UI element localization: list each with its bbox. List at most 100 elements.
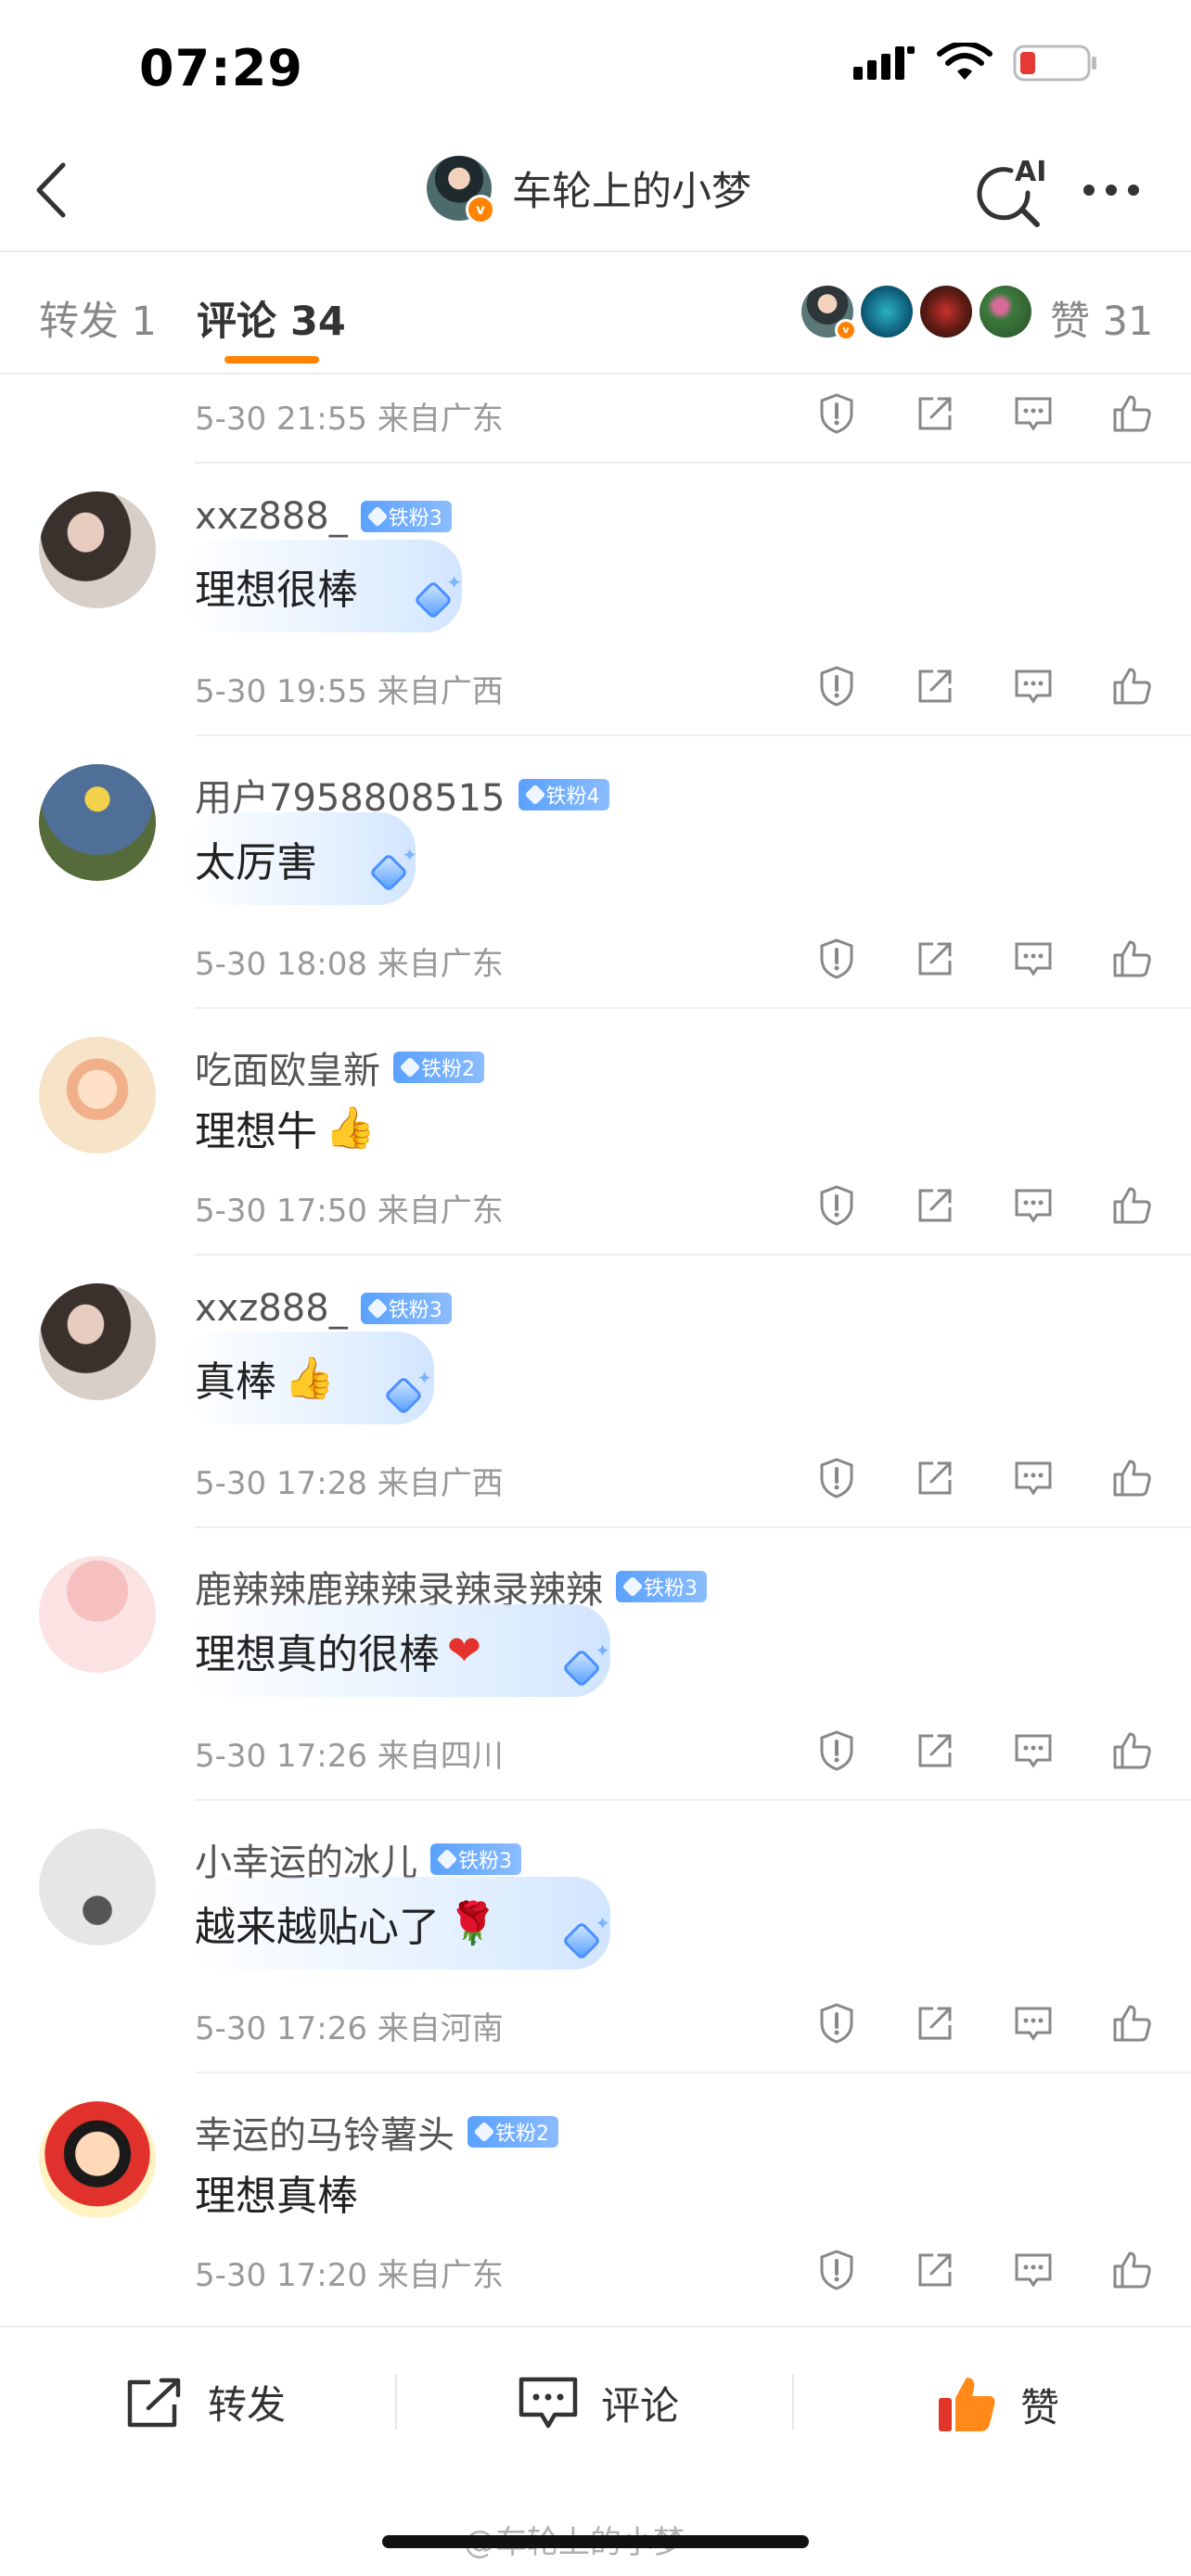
comment-icon — [519, 2377, 578, 2429]
reply-icon[interactable] — [1011, 2248, 1056, 2292]
comment-body: 理想真棒 — [195, 2162, 358, 2222]
battery-icon — [1013, 45, 1096, 82]
comment-meta: 5-30 18:08 来自广东 — [195, 946, 504, 983]
avatar[interactable] — [39, 1283, 156, 1400]
back-arrow-icon[interactable] — [28, 158, 74, 223]
avatar: v — [801, 286, 857, 341]
comment-body: 真棒 👍 ✦ — [184, 1332, 434, 1424]
gem-icon: ✦ — [368, 844, 417, 893]
share-icon[interactable] — [913, 1456, 957, 1500]
username[interactable]: 幸运的马铃薯头 — [195, 2105, 455, 2159]
like-icon[interactable] — [1109, 2248, 1154, 2292]
list-item: 5-30 21:55 来自广东 — [0, 373, 1191, 462]
tab-reposts[interactable]: 转发 1 — [39, 289, 157, 347]
avatar[interactable] — [39, 1556, 156, 1673]
list-item[interactable]: 鹿辣辣鹿辣辣录辣录辣辣 铁粉3 理想真的很棒 ❤ ✦ 5-30 17:26 来自… — [0, 1528, 1191, 1801]
reply-icon[interactable] — [1011, 1456, 1056, 1500]
ai-search-button[interactable]: AI — [974, 156, 1048, 232]
comment-body: 理想很棒 ✦ — [184, 540, 462, 632]
more-options-icon[interactable] — [1083, 167, 1139, 213]
reply-icon[interactable] — [1011, 2001, 1056, 2046]
report-icon[interactable] — [814, 937, 859, 981]
list-item[interactable]: 小幸运的冰儿 铁粉3 越来越贴心了 🌹 ✦ 5-30 17:26 来自河南 — [0, 1801, 1191, 2073]
header-divider — [0, 250, 1191, 252]
comment-author[interactable]: 幸运的马铃薯头 铁粉2 — [195, 2105, 558, 2159]
report-icon[interactable] — [814, 1456, 859, 1500]
avatar[interactable] — [39, 491, 156, 608]
report-icon[interactable] — [814, 1183, 859, 1228]
comment-button[interactable]: 评论 — [516, 2374, 679, 2431]
ai-label: AI — [1015, 156, 1047, 188]
list-item[interactable]: 吃面欧皇新 铁粉2 理想牛 👍 5-30 17:50 来自广东 — [0, 1009, 1191, 1256]
share-icon[interactable] — [913, 391, 957, 436]
avatar[interactable] — [39, 764, 156, 881]
share-icon[interactable] — [913, 1183, 957, 1228]
comment-actions — [814, 1183, 1154, 1228]
username[interactable]: xxz888_ — [195, 495, 348, 538]
thumbs-up-emoji-icon: 👍 — [284, 1355, 335, 1402]
comment-actions — [814, 2001, 1154, 2046]
avatar[interactable] — [39, 2101, 156, 2218]
avatar[interactable] — [39, 1037, 156, 1154]
comment-actions — [814, 2248, 1154, 2292]
share-icon[interactable] — [913, 2248, 957, 2292]
gem-icon: ✦ — [561, 1912, 610, 1961]
share-icon[interactable] — [913, 2001, 957, 2046]
like-icon[interactable] — [1109, 391, 1154, 436]
rose-emoji-icon: 🌹 — [447, 1900, 498, 1947]
report-icon[interactable] — [814, 2001, 859, 2046]
tab-comments[interactable]: 评论 34 — [197, 289, 346, 347]
share-icon[interactable] — [913, 664, 957, 708]
comment-meta: 5-30 17:28 来自广西 — [195, 1465, 504, 1502]
share-icon[interactable] — [913, 1728, 957, 1773]
comment-meta: 5-30 17:26 来自河南 — [195, 2010, 504, 2047]
diamond-icon — [524, 784, 545, 806]
fan-badge: 铁粉2 — [467, 2116, 558, 2148]
page-title: 车轮上的小梦 — [512, 169, 751, 215]
like-icon[interactable] — [1109, 1456, 1154, 1500]
liker-avatars[interactable]: v — [801, 286, 1031, 341]
likes-count[interactable]: 赞 31 — [1050, 289, 1153, 347]
avatar: v — [427, 156, 495, 224]
like-icon[interactable] — [1109, 937, 1154, 981]
list-item[interactable]: 用户7958808515 铁粉4 太厉害 ✦ 5-30 18:08 来自广东 — [0, 736, 1191, 1009]
reply-icon[interactable] — [1011, 1728, 1056, 1773]
comment-text: 理想牛 — [195, 1108, 317, 1155]
username[interactable]: 吃面欧皇新 — [195, 1040, 380, 1094]
fan-badge: 铁粉3 — [360, 1293, 452, 1324]
reply-icon[interactable] — [1011, 937, 1056, 981]
username[interactable]: xxz888_ — [195, 1287, 348, 1330]
like-icon[interactable] — [1109, 2001, 1154, 2046]
share-icon[interactable] — [913, 937, 957, 981]
like-button[interactable]: 赞 — [935, 2374, 1059, 2435]
reply-icon[interactable] — [1011, 1183, 1056, 1228]
comment-actions — [814, 1456, 1154, 1500]
comment-body: 理想牛 👍 — [195, 1098, 376, 1157]
comment-author[interactable]: 吃面欧皇新 铁粉2 — [195, 1040, 484, 1094]
repost-button[interactable]: 转发 — [122, 2374, 286, 2430]
comment-author[interactable]: xxz888_ 铁粉3 — [195, 495, 452, 538]
repost-icon — [127, 2378, 181, 2427]
like-icon[interactable] — [1109, 664, 1154, 708]
repost-label: 转发 — [208, 2382, 287, 2428]
avatar[interactable] — [39, 1829, 156, 1945]
home-indicator[interactable] — [382, 2535, 809, 2548]
diamond-icon — [366, 505, 389, 528]
diamond-icon — [366, 1297, 389, 1320]
report-icon[interactable] — [814, 664, 859, 708]
report-icon[interactable] — [814, 391, 859, 436]
like-label: 赞 — [1020, 2384, 1060, 2430]
reply-icon[interactable] — [1011, 664, 1056, 708]
list-item[interactable]: 幸运的马铃薯头 铁粉2 理想真棒 5-30 17:20 来自广东 — [0, 2073, 1191, 2320]
like-icon[interactable] — [1109, 1728, 1154, 1773]
like-icon[interactable] — [1109, 1183, 1154, 1228]
comment-body: 越来越贴心了 🌹 ✦ — [184, 1877, 610, 1970]
comment-author[interactable]: xxz888_ 铁粉3 — [195, 1287, 452, 1330]
header-user[interactable]: v 车轮上的小梦 — [427, 156, 751, 224]
comment-meta: 5-30 17:20 来自广东 — [195, 2257, 504, 2294]
report-icon[interactable] — [814, 1728, 859, 1773]
reply-icon[interactable] — [1011, 391, 1056, 436]
report-icon[interactable] — [814, 2248, 859, 2292]
list-item[interactable]: xxz888_ 铁粉3 真棒 👍 ✦ 5-30 17:28 来自广西 — [0, 1256, 1191, 1528]
list-item[interactable]: xxz888_ 铁粉3 理想很棒 ✦ 5-30 19:55 来自广西 — [0, 464, 1191, 736]
